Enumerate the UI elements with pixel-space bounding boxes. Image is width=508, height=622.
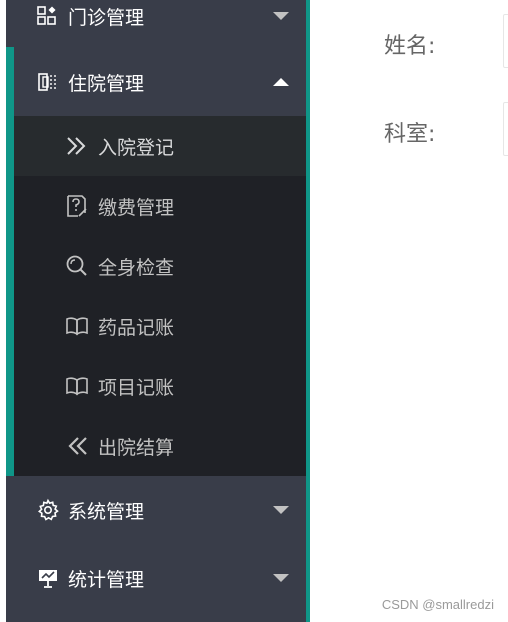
sidebar-group-label: 门诊管理	[68, 6, 145, 29]
double-chevron-left-icon	[64, 433, 90, 459]
chevron-up-icon	[273, 78, 289, 86]
submenu-item-drug-billing[interactable]: 药品记账	[14, 296, 306, 356]
double-chevron-right-icon	[64, 133, 90, 159]
open-book-icon	[64, 373, 90, 399]
apps-icon	[36, 4, 60, 28]
sidebar-edge	[306, 0, 310, 622]
submenu-item-label: 项目记账	[98, 376, 175, 399]
chevron-down-icon	[273, 506, 289, 514]
help-doc-icon	[64, 193, 90, 219]
book-shelf-icon	[36, 70, 60, 94]
sidebar-group-inpatient[interactable]: 住院管理	[6, 48, 306, 116]
sidebar-group-label: 住院管理	[68, 72, 145, 95]
presentation-icon	[36, 566, 60, 590]
expanded-indicator-bar	[6, 47, 14, 476]
name-input[interactable]	[503, 14, 508, 68]
open-book-icon	[64, 313, 90, 339]
submenu-item-label: 全身检查	[98, 256, 175, 279]
submenu-item-checkup[interactable]: 全身检查	[14, 236, 306, 296]
submenu-item-payment[interactable]: 缴费管理	[14, 176, 306, 236]
search-icon	[64, 253, 90, 279]
gear-icon	[36, 498, 60, 522]
sidebar-group-label: 系统管理	[68, 500, 145, 523]
sidebar-group-label: 统计管理	[68, 568, 145, 591]
submenu-item-project-billing[interactable]: 项目记账	[14, 356, 306, 416]
name-label: 姓名:	[384, 34, 436, 59]
watermark: CSDN @smallredzi	[381, 597, 494, 612]
sidebar-group-system[interactable]: 系统管理	[6, 476, 306, 544]
submenu-item-label: 药品记账	[98, 316, 175, 339]
submenu-item-label: 入院登记	[98, 136, 175, 159]
submenu-item-discharge[interactable]: 出院结算	[14, 416, 306, 476]
sidebar-group-statistics[interactable]: 统计管理	[6, 544, 306, 612]
sidebar-group-outpatient[interactable]: 门诊管理	[6, 0, 306, 50]
submenu-item-label: 缴费管理	[98, 196, 175, 219]
department-input[interactable]	[503, 102, 508, 156]
chevron-down-icon	[273, 574, 289, 582]
app-window: 门诊管理 住院管理 入院登记 缴费管理 全身检查 药品记账 项目记账 出院结算 …	[0, 0, 508, 622]
department-label: 科室:	[384, 122, 436, 147]
submenu-item-label: 出院结算	[98, 436, 175, 459]
chevron-down-icon	[273, 12, 289, 20]
submenu-item-admission[interactable]: 入院登记	[14, 116, 306, 176]
